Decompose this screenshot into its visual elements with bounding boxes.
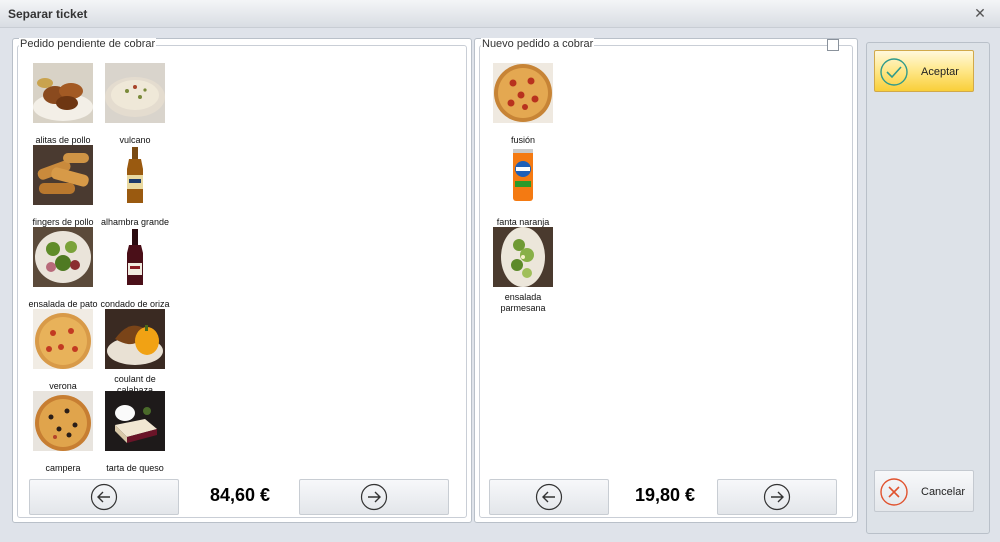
condado-de-oriza-image <box>105 227 165 287</box>
close-icon[interactable]: ✕ <box>972 5 988 21</box>
product-coulant-de-calabaza[interactable]: coulant de calabaza <box>97 309 173 395</box>
accept-button[interactable]: Aceptar <box>874 50 974 92</box>
move-back-button[interactable] <box>29 479 179 515</box>
accept-label: Aceptar <box>921 66 959 78</box>
move-to-new-button[interactable] <box>299 479 449 515</box>
product-alitas-de-pollo[interactable]: alitas de pollo <box>25 63 101 145</box>
cancel-button[interactable]: Cancelar <box>874 470 974 512</box>
product-condado-de-oriza[interactable]: condado de oriza <box>97 227 173 309</box>
product-label: ensalada parmesana <box>500 292 546 313</box>
alhambra-grande-image <box>105 145 165 205</box>
new-order-total: 19,80 € <box>634 485 696 505</box>
product-campera[interactable]: campera <box>25 391 101 473</box>
tarta-de-queso-image <box>105 391 165 451</box>
campera-image <box>33 391 93 451</box>
arrow-right-icon <box>763 483 791 511</box>
product-fusion[interactable]: fusión <box>485 63 561 145</box>
move-right-button[interactable] <box>717 479 837 515</box>
check-icon <box>880 58 908 86</box>
fingers-de-pollo-image <box>33 145 93 205</box>
actions-panel: Aceptar Cancelar <box>866 42 990 534</box>
product-fingers-de-pollo[interactable]: fingers de pollo <box>25 145 101 227</box>
verona-image <box>33 309 93 369</box>
select-all-checkbox[interactable] <box>827 39 839 51</box>
return-to-pending-button[interactable] <box>489 479 609 515</box>
cancel-label: Cancelar <box>921 486 966 498</box>
ensalada-de-pato-image <box>33 227 93 287</box>
ensalada-parmesana-image <box>493 227 553 287</box>
cancel-icon <box>880 478 908 506</box>
window-title: Separar ticket <box>8 7 88 21</box>
product-ensalada-parmesana[interactable]: ensalada parmesana <box>485 227 561 313</box>
new-order-panel: Nuevo pedido a cobrar fusión fanta naran… <box>474 38 858 523</box>
new-order-label: Nuevo pedido a cobrar <box>481 38 595 50</box>
product-verona[interactable]: verona <box>25 309 101 391</box>
fanta-naranja-image <box>493 145 553 205</box>
arrow-left-icon <box>90 483 118 511</box>
arrow-left-icon <box>535 483 563 511</box>
product-fanta-naranja[interactable]: fanta naranja <box>485 145 561 227</box>
product-alhambra-grande[interactable]: alhambra grande <box>97 145 173 227</box>
product-vulcano[interactable]: vulcano <box>97 63 173 145</box>
arrow-right-icon <box>360 483 388 511</box>
title-bar: Separar ticket ✕ <box>0 0 1000 28</box>
coulant-de-calabaza-image <box>105 309 165 369</box>
product-ensalada-de-pato[interactable]: ensalada de pato <box>25 227 101 309</box>
dialog-body: Pedido pendiente de cobrar alitas de pol… <box>4 30 996 538</box>
vulcano-image <box>105 63 165 123</box>
alitas-de-pollo-image <box>33 63 93 123</box>
pending-order-label: Pedido pendiente de cobrar <box>19 38 157 50</box>
fusion-image <box>493 63 553 123</box>
product-tarta-de-queso[interactable]: tarta de queso <box>97 391 173 473</box>
pending-total: 84,60 € <box>209 485 271 505</box>
pending-order-panel: Pedido pendiente de cobrar alitas de pol… <box>12 38 472 523</box>
